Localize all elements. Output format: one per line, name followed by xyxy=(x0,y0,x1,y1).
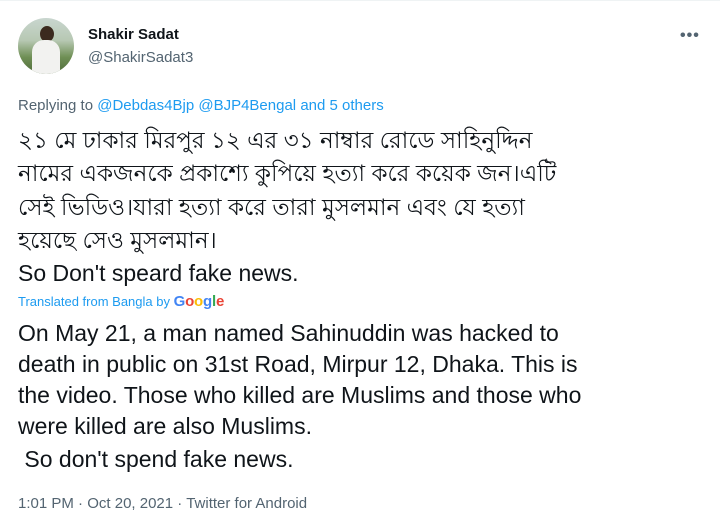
avatar[interactable] xyxy=(18,18,74,74)
tweet-meta: 1:01 PM · Oct 20, 2021 · Twitter for And… xyxy=(18,495,307,512)
translated-text-line: were killed are also Muslims. xyxy=(18,413,312,439)
mention-link[interactable]: @BJP4Bengal xyxy=(198,97,296,114)
mention-link[interactable]: @Debdas4Bjp xyxy=(97,97,194,114)
tweet-card: Shakir Sadat @ShakirSadat3 ••• Replying … xyxy=(0,0,720,514)
google-logo: Google xyxy=(173,293,225,310)
tweet-text-line: সেই ভিডিও।যারা হত্যা করে তারা মুসলমান এব… xyxy=(18,194,525,220)
source-app[interactable]: Twitter for Android xyxy=(186,495,307,512)
more-horizontal-icon[interactable]: ••• xyxy=(680,27,700,45)
tweet-text-line: ২১ মে ঢাকার মিরপুর ১২ এর ৩১ নাম্বার রোডে… xyxy=(18,127,533,153)
reply-context: Replying to @Debdas4Bjp @BJP4Bengal and … xyxy=(18,97,384,114)
tweet-text-line: নামের একজনকে প্রকাশ্যে কুপিয়ে হত্যা করে… xyxy=(18,160,557,186)
translation-label: Translated from Bangla by xyxy=(18,294,170,309)
tweet-time[interactable]: 1:01 PM xyxy=(18,495,74,512)
others-link[interactable]: and 5 others xyxy=(300,97,383,114)
translation-attribution[interactable]: Translated from Bangla by Google xyxy=(18,294,224,310)
meta-separator: · xyxy=(177,495,183,512)
translated-text-line: So don't spend fake news. xyxy=(18,446,294,472)
meta-separator: · xyxy=(78,495,84,512)
tweet-text-line: So Don't speard fake news. xyxy=(18,260,299,286)
translated-text-line: death in public on 31st Road, Mirpur 12,… xyxy=(18,351,578,377)
translated-text-line: the video. Those who killed are Muslims … xyxy=(18,382,582,408)
author-name[interactable]: Shakir Sadat xyxy=(88,26,179,43)
author-handle[interactable]: @ShakirSadat3 xyxy=(88,49,193,66)
tweet-text-line: হয়েছে সেও মুসলমান। xyxy=(18,227,217,253)
tweet-date[interactable]: Oct 20, 2021 xyxy=(87,495,173,512)
reply-prefix: Replying to xyxy=(18,97,98,114)
translated-text-line: On May 21, a man named Sahinuddin was ha… xyxy=(18,320,559,346)
